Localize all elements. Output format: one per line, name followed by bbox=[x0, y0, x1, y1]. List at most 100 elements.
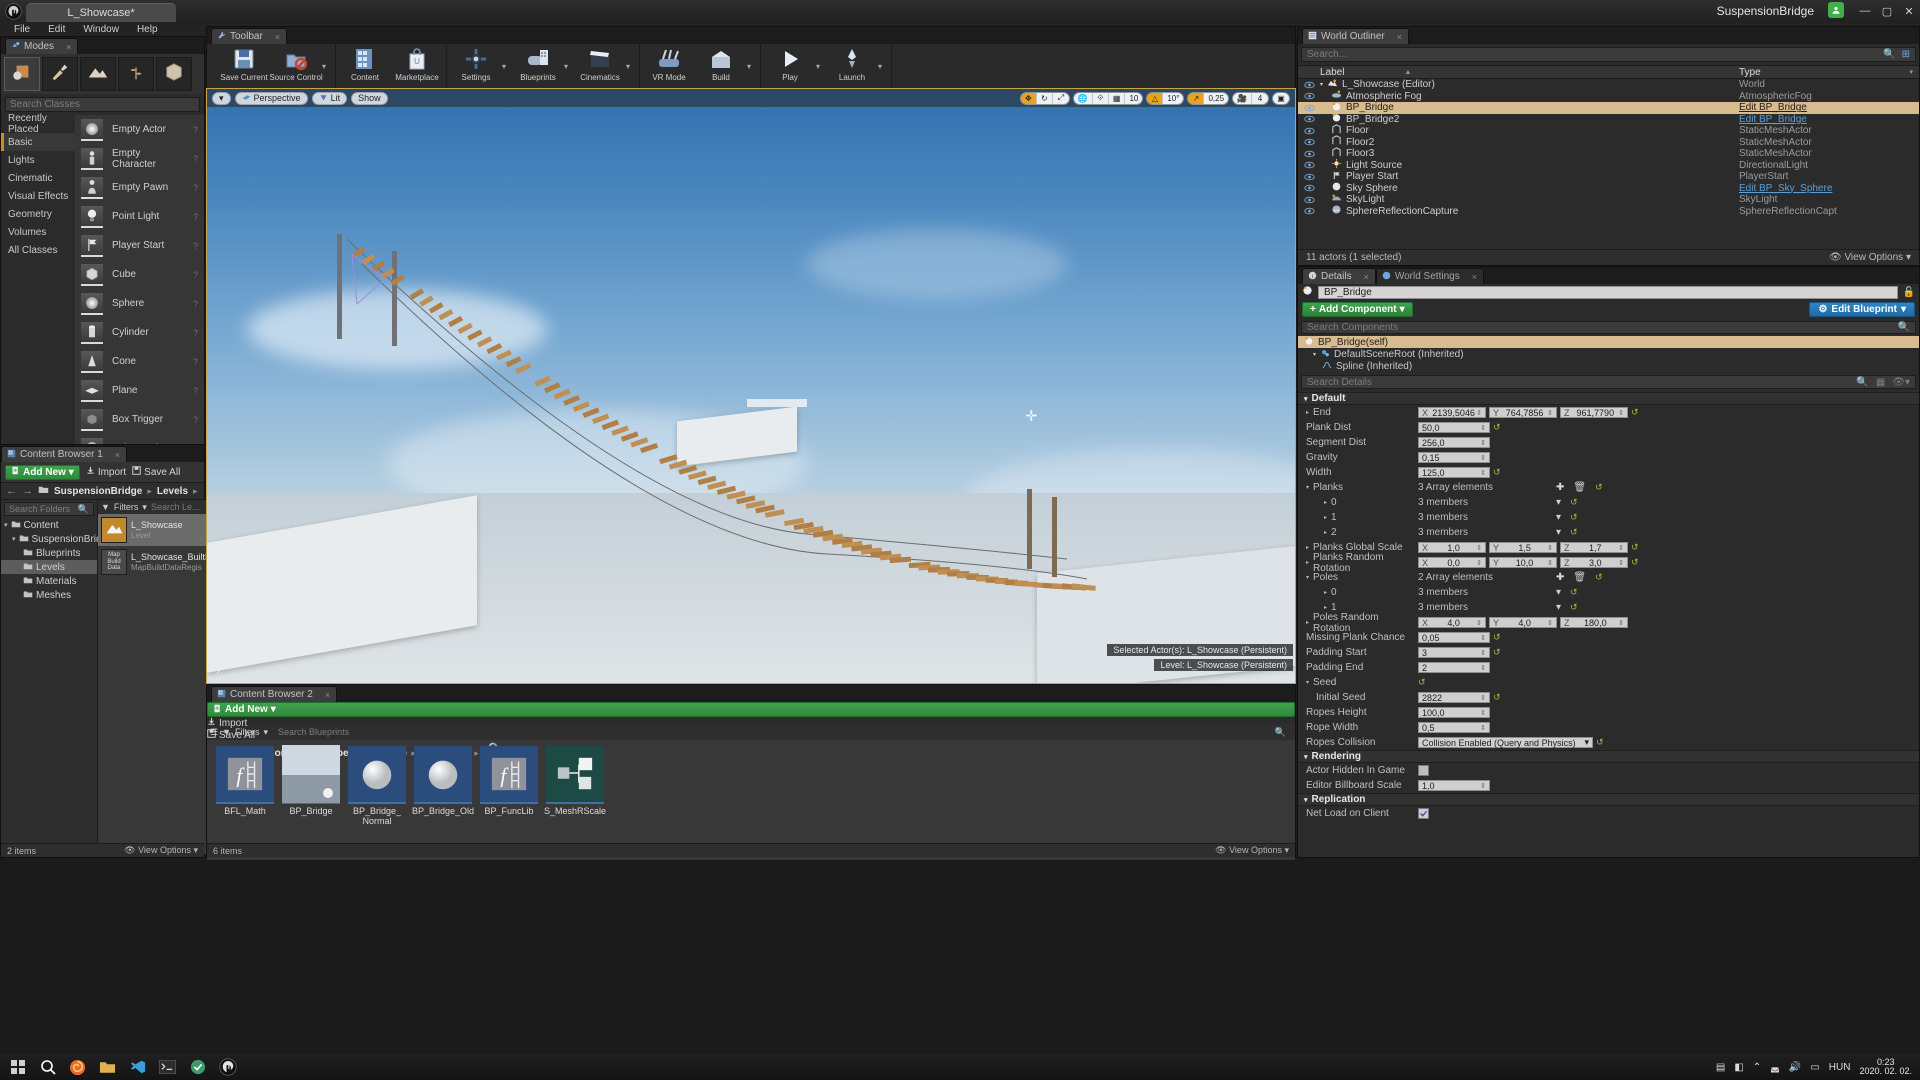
taskbar-clock[interactable]: 0:23 2020. 02. 02. bbox=[1859, 1057, 1912, 1077]
cb1-crumb-1[interactable]: Levels bbox=[157, 486, 188, 497]
cb1-filters-label[interactable]: Filters bbox=[114, 502, 139, 512]
property-field[interactable]: 0,05 ⇕ bbox=[1418, 632, 1490, 643]
property-field-y[interactable]: Y 764,7856 ⇕ bbox=[1489, 407, 1557, 418]
scale-snap-toggle[interactable]: ↗ bbox=[1188, 92, 1205, 104]
cb1-nav-back[interactable]: ← bbox=[6, 485, 17, 497]
close-icon[interactable]: × bbox=[1472, 272, 1477, 282]
outliner-type[interactable]: Edit BP_Sky_Sphere bbox=[1739, 183, 1919, 194]
help-icon[interactable]: ? bbox=[193, 212, 204, 222]
property-field[interactable]: 3 ⇕ bbox=[1418, 647, 1490, 658]
expander-icon[interactable]: ▾ bbox=[1313, 351, 1316, 358]
mode-button-landscape-mode[interactable] bbox=[80, 57, 116, 91]
class-row-plane[interactable]: Plane? bbox=[75, 376, 204, 405]
add-component-button[interactable]: + Add Component ▾ bbox=[1302, 302, 1413, 317]
edit-blueprint-button[interactable]: ⚙ Edit Blueprint ▾ bbox=[1809, 302, 1915, 317]
expander-icon[interactable]: ▸ bbox=[1324, 604, 1327, 611]
tab-details[interactable]: i Details × bbox=[1302, 268, 1376, 284]
reset-to-default-icon[interactable]: ↺ bbox=[1493, 692, 1501, 703]
property-checkbox[interactable] bbox=[1418, 808, 1429, 819]
details-section-default[interactable]: ▾ Default bbox=[1298, 392, 1919, 405]
cb1-save-all-button[interactable]: Save All bbox=[132, 466, 180, 478]
expander-icon[interactable]: ▾ bbox=[1304, 796, 1308, 804]
close-icon[interactable]: × bbox=[115, 450, 120, 460]
details-section-replication[interactable]: ▾ Replication bbox=[1298, 793, 1919, 806]
reset-to-default-icon[interactable]: ↺ bbox=[1595, 572, 1603, 583]
chevron-down-icon[interactable]: ▾ bbox=[747, 44, 757, 88]
property-field-z[interactable]: Z 1,7 ⇕ bbox=[1560, 542, 1628, 553]
viewport-perspective-button[interactable]: Perspective bbox=[234, 91, 308, 105]
property-field-z[interactable]: Z 961,7790 ⇕ bbox=[1560, 407, 1628, 418]
eye-icon[interactable] bbox=[1298, 104, 1320, 112]
viewport-help-icon[interactable]: ? bbox=[215, 667, 220, 677]
property-field[interactable]: 50,0 ⇕ bbox=[1418, 422, 1490, 433]
tray-battery-icon[interactable]: ▭ bbox=[1810, 1062, 1819, 1073]
folder-node-materials[interactable]: Materials bbox=[1, 574, 97, 588]
transform-tool-group[interactable]: ✥ ↻ ⤢ bbox=[1019, 91, 1070, 105]
tray-language[interactable]: HUN bbox=[1829, 1062, 1851, 1073]
reset-to-default-icon[interactable]: ↺ bbox=[1570, 602, 1578, 613]
cb1-crumb-0[interactable]: SuspensionBridge bbox=[54, 486, 142, 497]
mode-button-place-mode[interactable] bbox=[4, 57, 40, 91]
cb2-asset-bp_funclib[interactable]: f BP_FuncLib bbox=[479, 746, 539, 854]
expander-icon[interactable]: ▸ bbox=[1306, 544, 1309, 551]
eye-icon[interactable] bbox=[1298, 207, 1320, 215]
modes-category-visual-effects[interactable]: Visual Effects bbox=[1, 187, 75, 205]
cb2-view-options-button[interactable]: 👁 View Options ▾ bbox=[1215, 845, 1289, 856]
component-defaultsceneroot-inherited-[interactable]: ▾ DefaultSceneRoot (Inherited) bbox=[1298, 348, 1919, 360]
cb1-asset-l_showcase[interactable]: L_Showcase Level bbox=[98, 514, 220, 546]
expander-icon[interactable]: ▾ bbox=[1304, 753, 1308, 761]
chevron-down-icon[interactable]: ▾ bbox=[1556, 587, 1561, 598]
tab-world-outliner[interactable]: World Outliner × bbox=[1302, 28, 1409, 44]
chevron-down-icon[interactable]: ▾ bbox=[626, 44, 636, 88]
unreal-button[interactable] bbox=[218, 1058, 237, 1077]
scale-size-value[interactable]: 0,25 bbox=[1204, 92, 1229, 104]
property-field-x[interactable]: X 4,0 ⇕ bbox=[1418, 617, 1486, 628]
class-row-empty-pawn[interactable]: Empty Pawn? bbox=[75, 173, 204, 202]
reset-to-default-icon[interactable]: ↺ bbox=[1631, 542, 1639, 553]
explorer-button[interactable] bbox=[98, 1058, 117, 1077]
viewport-lighting-button[interactable]: Lit bbox=[311, 91, 348, 105]
filter-list-icon[interactable]: ☰ bbox=[210, 727, 218, 738]
help-icon[interactable]: ? bbox=[193, 270, 204, 280]
maximize-viewport-icon[interactable]: ▣ bbox=[1273, 92, 1289, 104]
rotate-tool[interactable]: ↻ bbox=[1036, 92, 1053, 104]
property-field[interactable]: 2822 ⇕ bbox=[1418, 692, 1490, 703]
grid-snap-toggle[interactable]: ▦ bbox=[1108, 92, 1126, 104]
cb1-view-options-button[interactable]: 👁 View Options ▾ bbox=[124, 845, 198, 856]
reset-to-default-icon[interactable]: ↺ bbox=[1570, 527, 1578, 538]
eye-icon[interactable] bbox=[1298, 184, 1320, 192]
toolbar-button-build[interactable]: Build bbox=[695, 44, 747, 88]
mode-button-paint-mode[interactable] bbox=[42, 57, 78, 91]
terminal-button[interactable] bbox=[158, 1058, 177, 1077]
expander-icon[interactable]: ▸ bbox=[1306, 409, 1309, 416]
help-icon[interactable]: ? bbox=[193, 183, 204, 193]
class-row-point-light[interactable]: Point Light? bbox=[75, 202, 204, 231]
cb1-asset-l_showcase_builtda[interactable]: Map Build Data L_Showcase_BuiltDa MapBuild… bbox=[98, 546, 220, 578]
chevron-down-icon[interactable]: ▾ bbox=[564, 44, 574, 88]
expander-icon[interactable]: ▸ bbox=[1324, 514, 1327, 521]
reset-to-default-icon[interactable]: ↺ bbox=[1570, 587, 1578, 598]
expander-icon[interactable]: ▸ bbox=[1324, 589, 1327, 596]
help-icon[interactable]: ? bbox=[193, 299, 204, 309]
tab-modes[interactable]: Modes × bbox=[5, 38, 79, 54]
folder-node-blueprints[interactable]: Blueprints bbox=[1, 546, 97, 560]
close-icon[interactable]: × bbox=[1364, 272, 1369, 282]
help-icon[interactable]: ? bbox=[193, 241, 204, 251]
mode-button-foliage-mode[interactable] bbox=[118, 57, 154, 91]
reset-to-default-icon[interactable]: ↺ bbox=[1418, 677, 1426, 688]
modes-category-recently-placed[interactable]: Recently Placed bbox=[1, 113, 75, 135]
class-row-cylinder[interactable]: Cylinder? bbox=[75, 318, 204, 347]
folder-node-content[interactable]: ▾ Content bbox=[1, 518, 97, 532]
level-tab[interactable]: L_Showcase* bbox=[26, 3, 176, 22]
toolbar-button-marketplace[interactable]: U Marketplace bbox=[391, 44, 443, 88]
select-translate-tool[interactable]: ✥ bbox=[1020, 92, 1037, 104]
property-field-x[interactable]: X 1,0 ⇕ bbox=[1418, 542, 1486, 553]
expander-icon[interactable]: ▸ bbox=[1324, 499, 1327, 506]
menu-file[interactable]: File bbox=[6, 23, 38, 36]
cb1-add-new-button[interactable]: Add New ▾ bbox=[5, 464, 80, 480]
grid-view-icon[interactable]: ▦ bbox=[1876, 377, 1885, 388]
eye-icon[interactable] bbox=[1298, 173, 1320, 181]
chevron-down-icon[interactable]: ▾ bbox=[1556, 602, 1561, 613]
toolbar-button-cinematics[interactable]: Cinematics bbox=[574, 44, 626, 88]
outliner-view-options-button[interactable]: 👁 View Options ▾ bbox=[1829, 252, 1911, 263]
